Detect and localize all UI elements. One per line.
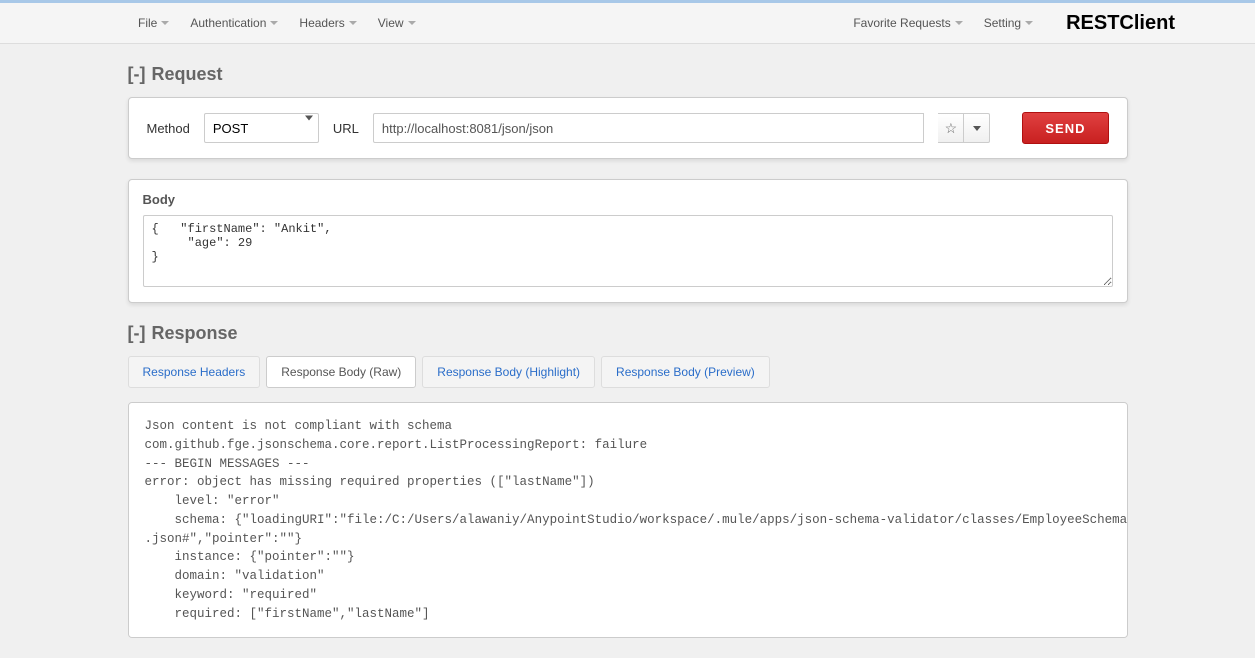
request-title: Request — [151, 64, 222, 85]
url-label: URL — [333, 121, 359, 136]
menu-left-group: File Authentication Headers View — [130, 10, 424, 36]
caret-icon — [161, 21, 169, 25]
top-menu-bar: File Authentication Headers View Favorit… — [0, 0, 1255, 44]
tab-response-body-preview[interactable]: Response Body (Preview) — [601, 356, 770, 388]
tab-response-body-highlight[interactable]: Response Body (Highlight) — [422, 356, 595, 388]
caret-icon — [1025, 21, 1033, 25]
menu-setting-label: Setting — [984, 16, 1021, 30]
response-title: Response — [151, 323, 237, 344]
caret-icon — [270, 21, 278, 25]
menu-headers[interactable]: Headers — [291, 10, 364, 36]
menu-file-label: File — [138, 16, 157, 30]
method-input[interactable] — [204, 113, 319, 143]
menu-favorite-label: Favorite Requests — [853, 16, 950, 30]
caret-icon — [955, 21, 963, 25]
brand-logo: RESTClient — [1066, 12, 1175, 35]
caret-icon — [408, 21, 416, 25]
request-row: Method URL ☆ SEND — [147, 112, 1109, 144]
response-toggle[interactable]: [-] — [128, 323, 146, 344]
url-addon-group: ☆ — [938, 113, 990, 143]
caret-icon — [349, 21, 357, 25]
menu-file[interactable]: File — [130, 10, 177, 36]
method-label: Method — [147, 121, 190, 136]
menu-authentication[interactable]: Authentication — [182, 10, 286, 36]
menu-right-group: Favorite Requests Setting RESTClient — [845, 10, 1235, 36]
request-toggle[interactable]: [-] — [128, 64, 146, 85]
tab-response-headers[interactable]: Response Headers — [128, 356, 261, 388]
method-select[interactable] — [204, 113, 319, 143]
menu-authentication-label: Authentication — [190, 16, 266, 30]
request-card: Method URL ☆ SEND — [128, 97, 1128, 159]
menu-view-label: View — [378, 16, 404, 30]
main-container: [-] Request Method URL ☆ SEND Body { "fi… — [128, 44, 1128, 658]
body-textarea[interactable]: { "firstName": "Ankit", "age": 29 } — [143, 215, 1113, 287]
response-section-header: [-] Response — [128, 323, 1128, 344]
url-input[interactable] — [373, 113, 924, 143]
body-card: Body { "firstName": "Ankit", "age": 29 } — [128, 179, 1128, 303]
send-button[interactable]: SEND — [1022, 112, 1108, 144]
tab-response-body-raw[interactable]: Response Body (Raw) — [266, 356, 416, 388]
favorite-star-button[interactable]: ☆ — [938, 113, 964, 143]
response-tabs: Response Headers Response Body (Raw) Res… — [128, 356, 1128, 388]
chevron-down-icon — [973, 126, 981, 131]
request-section-header: [-] Request — [128, 64, 1128, 85]
menu-headers-label: Headers — [299, 16, 344, 30]
body-label: Body — [143, 192, 1113, 207]
menu-setting[interactable]: Setting — [976, 10, 1041, 36]
response-body-content: Json content is not compliant with schem… — [128, 402, 1128, 638]
menu-view[interactable]: View — [370, 10, 424, 36]
url-history-dropdown[interactable] — [964, 113, 990, 143]
star-icon: ☆ — [945, 120, 958, 137]
menu-favorite-requests[interactable]: Favorite Requests — [845, 10, 970, 36]
